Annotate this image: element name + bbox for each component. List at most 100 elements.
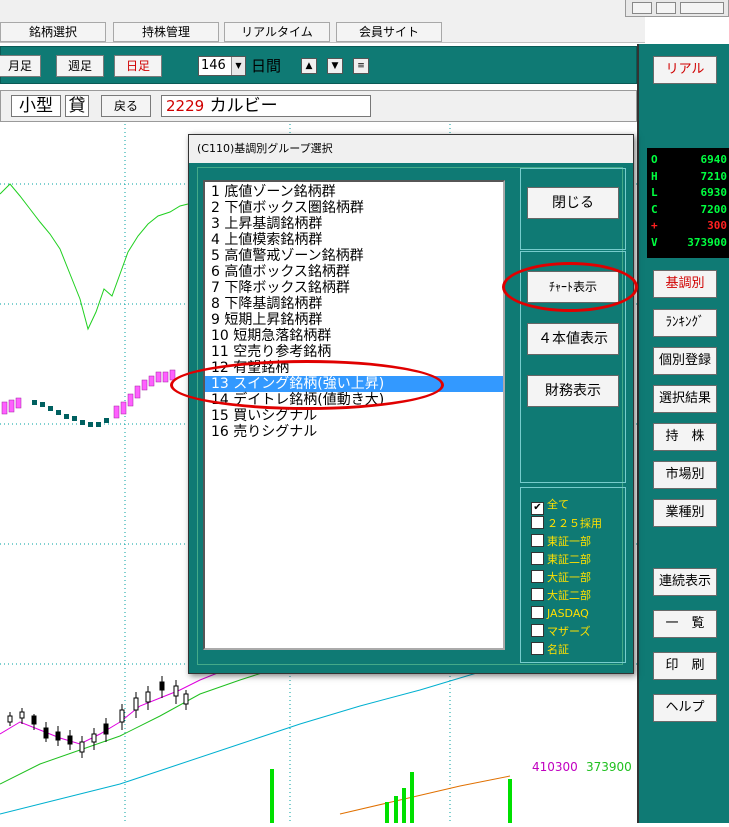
stock-field[interactable]: 2229 カルビー (161, 95, 371, 117)
back-button[interactable]: 戻る (101, 95, 151, 117)
continuous-display-button[interactable]: 連続表示 (653, 568, 717, 596)
list-item[interactable]: 11 空売り参考銘柄 (211, 344, 331, 360)
market-filter-group: ✔ 全て ２２５採用東証一部東証二部大証一部大証二部 JASDAQ マザーズ名証 (520, 487, 626, 663)
ohlc-value: 300 (707, 219, 727, 232)
market-checkbox[interactable]: JASDAQ (531, 606, 589, 623)
market-checkbox[interactable]: 名証 (531, 642, 569, 659)
real-button[interactable]: リアル (653, 56, 717, 84)
checkbox-label: ２２５採用 (547, 517, 602, 530)
list-item[interactable]: 16 売りシグナル (211, 424, 317, 440)
market-button[interactable]: 市場別 (653, 461, 717, 489)
stock-info-bar: 小型 貸 戻る 2229 カルビー (0, 90, 637, 122)
financial-button[interactable]: 財務表示 (527, 375, 619, 407)
ohlc-value: 7210 (700, 169, 728, 183)
menu-item-stock-select[interactable]: 銘柄選択 (0, 22, 106, 42)
ohlc-row: H 7210 (647, 169, 729, 185)
checkbox-icon[interactable] (531, 552, 544, 565)
help-button[interactable]: ヘルプ (653, 694, 717, 722)
maximize-button[interactable] (656, 2, 676, 14)
menu-bar: 銘柄選択 持株管理 リアルタイム 会員サイト (0, 0, 645, 43)
ohlc-key: C (651, 202, 658, 216)
ohlc-row: L 6930 (647, 185, 729, 201)
holdings-button[interactable]: 持 株 (653, 423, 717, 451)
ohlc-value: 7200 (700, 202, 728, 216)
ohlc-key: H (651, 169, 658, 183)
volume-label: 373900 (586, 760, 632, 774)
list-item[interactable]: 4 上値模索銘柄群 (211, 232, 322, 248)
market-checkbox[interactable]: 大証二部 (531, 588, 591, 605)
market-checkbox[interactable]: 東証二部 (531, 552, 591, 569)
list-item[interactable]: 3 上昇基調銘柄群 (211, 216, 322, 232)
menu-item-member-site[interactable]: 会員サイト (336, 22, 442, 42)
list-item[interactable]: 1 底値ゾーン銘柄群 (211, 184, 336, 200)
list-item[interactable]: 10 短期急落銘柄群 (211, 328, 331, 344)
checkbox-icon[interactable] (531, 588, 544, 601)
close-button[interactable]: 閉じる (527, 187, 619, 219)
list-item[interactable]: 9 短期上昇銘柄群 (211, 312, 322, 328)
stock-name: カルビー (209, 96, 278, 116)
ohlc-panel: O 6940 H 7210 L 6930 C 7200 +300 V 373900 (647, 148, 729, 258)
highlight-oval (502, 262, 638, 312)
checkbox-label: 全て (547, 498, 569, 511)
volume-ma-label: 410300 (532, 760, 578, 774)
checkbox-label: JASDAQ (547, 607, 589, 620)
industry-button[interactable]: 業種別 (653, 499, 717, 527)
ohlc-row: +300 (647, 218, 729, 234)
ohlc-value: 373900 (687, 235, 727, 249)
checkbox-icon[interactable] (531, 570, 544, 583)
highlight-oval (170, 360, 444, 410)
market-checkbox[interactable]: 大証一部 (531, 570, 591, 587)
list-item[interactable]: 7 下降ボックス銘柄群 (211, 280, 350, 296)
days-select[interactable]: 146 ▼ (198, 56, 246, 76)
days-value: 146 (201, 58, 226, 73)
list-item[interactable]: 5 高値警戒ゾーン銘柄群 (211, 248, 364, 264)
checkbox-label: マザーズ (547, 625, 591, 638)
size-label: 小型 (11, 95, 61, 117)
weekly-button[interactable]: 週足 (56, 55, 104, 77)
checkbox-label: 東証二部 (547, 553, 591, 566)
checkbox-label: 東証一部 (547, 535, 591, 548)
market-checkbox[interactable]: マザーズ (531, 624, 590, 641)
up-arrow-icon[interactable]: ▲ (301, 58, 317, 74)
ohlc-key: L (651, 186, 658, 199)
ranking-button[interactable]: ﾗﾝｷﾝｸﾞ (653, 309, 717, 337)
market-checkbox[interactable]: ２２５採用 (531, 516, 602, 533)
individual-register-button[interactable]: 個別登録 (653, 347, 717, 375)
menu-icon[interactable]: ≡ (353, 58, 369, 74)
list-button[interactable]: 一 覧 (653, 610, 717, 638)
list-item[interactable]: 6 高値ボックス銘柄群 (211, 264, 350, 280)
checkbox-icon[interactable] (531, 606, 544, 619)
minimize-button[interactable] (632, 2, 652, 14)
checkbox-label: 大証二部 (547, 589, 591, 602)
list-item[interactable]: 2 下値ボックス圏銘柄群 (211, 200, 364, 216)
monthly-button[interactable]: 月足 (0, 55, 41, 77)
print-button[interactable]: 印 刷 (653, 652, 717, 680)
right-sidebar: リアル O 6940 H 7210 L 6930 C 7200 +300 V 373900 基調別 … (637, 44, 729, 823)
trend-button[interactable]: 基調別 (653, 270, 717, 298)
checkbox-icon[interactable] (531, 642, 544, 655)
checkbox-checked-icon[interactable]: ✔ (531, 502, 544, 515)
market-checkbox[interactable]: 東証一部 (531, 534, 591, 551)
selection-result-button[interactable]: 選択結果 (653, 385, 717, 413)
checkbox-icon[interactable] (531, 534, 544, 547)
checkbox-label: 名証 (547, 643, 569, 656)
list-item[interactable]: 8 下降基調銘柄群 (211, 296, 322, 312)
checkbox-label: 大証一部 (547, 571, 591, 584)
market-checkbox[interactable]: ✔ 全て (531, 498, 569, 515)
ohlc-value: 6930 (700, 186, 728, 199)
checkbox-icon[interactable] (531, 516, 544, 529)
checkbox-icon[interactable] (531, 624, 544, 637)
group-list[interactable]: 1 底値ゾーン銘柄群 2 下値ボックス圏銘柄群 3 上昇基調銘柄群 4 上値模索銘柄群… (203, 180, 505, 650)
list-item[interactable]: 15 買いシグナル (211, 408, 317, 424)
daily-button[interactable]: 日足 (114, 55, 162, 77)
down-arrow-icon[interactable]: ▼ (327, 58, 343, 74)
chevron-down-icon[interactable]: ▼ (231, 57, 245, 75)
menu-item-realtime[interactable]: リアルタイム (224, 22, 330, 42)
dialog-title: (C110)基調別グループ選択 (189, 135, 633, 163)
close-window-button[interactable] (680, 2, 724, 14)
menu-item-holdings[interactable]: 持株管理 (113, 22, 219, 42)
ohlc-key: V (651, 235, 658, 249)
four-values-button[interactable]: ４本値表示 (527, 323, 619, 355)
period-toolbar: 月足 週足 日足 146 ▼ 日間 ▲ ▼ ≡ (0, 46, 637, 84)
ohlc-key: O (651, 153, 658, 166)
